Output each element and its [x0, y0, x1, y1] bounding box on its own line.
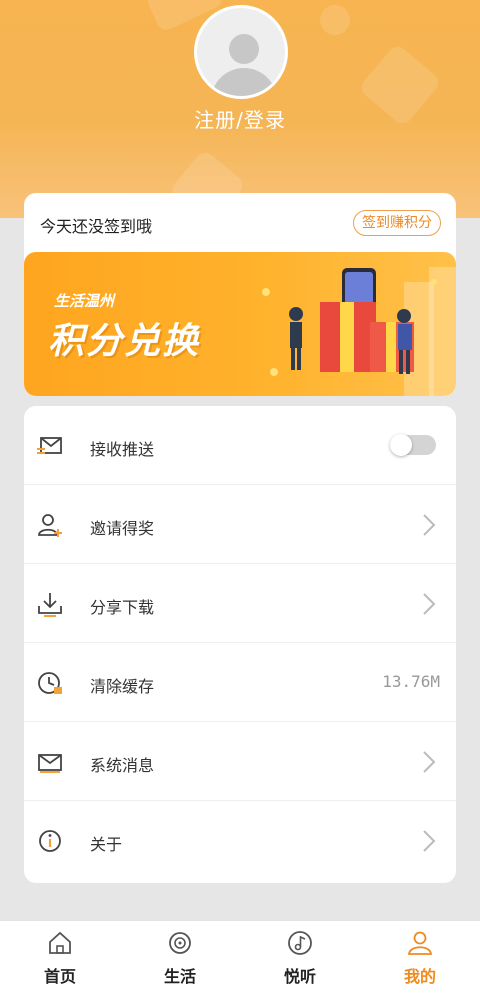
envelope-push-icon — [37, 437, 62, 454]
tab-label: 悦听 — [283, 967, 316, 986]
download-icon — [38, 593, 62, 617]
tab-label: 我的 — [403, 967, 436, 986]
banner-subtitle: 生活温州 — [54, 292, 115, 310]
tab-listen[interactable]: 悦听 — [240, 921, 360, 993]
toggle-knob — [390, 434, 412, 456]
checkin-button[interactable]: 签到赚积分 — [353, 210, 441, 236]
settings-label: 分享下载 — [90, 598, 155, 617]
bottom-tab-bar: 首页 生活 悦听 我的 — [0, 920, 480, 993]
settings-row-push[interactable]: 接收推送 — [24, 406, 456, 485]
settings-row-invite[interactable]: 邀请得奖 — [24, 485, 456, 564]
disc-icon — [169, 932, 191, 954]
chevron-right-icon — [423, 751, 436, 773]
person-icon — [407, 931, 433, 955]
avatar-body-shape — [211, 68, 277, 96]
chevron-right-icon — [423, 830, 436, 852]
tab-mine[interactable]: 我的 — [360, 921, 480, 993]
tab-life[interactable]: 生活 — [120, 921, 240, 993]
chevron-right-icon — [423, 593, 436, 615]
banner-illustration — [262, 268, 437, 376]
push-toggle[interactable] — [390, 434, 436, 456]
add-user-icon — [38, 514, 62, 537]
music-icon — [288, 931, 312, 955]
settings-row-clear-cache[interactable]: 清除缓存 13.76M — [24, 643, 456, 722]
info-icon — [39, 830, 61, 852]
settings-label: 接收推送 — [90, 440, 155, 459]
avatar[interactable] — [194, 5, 288, 99]
tab-home[interactable]: 首页 — [0, 921, 120, 993]
banner-title: 积分兑换 — [48, 321, 201, 362]
settings-label: 系统消息 — [90, 756, 155, 775]
cache-size: 13.76M — [382, 672, 440, 691]
checkin-card: 今天还没签到哦 签到赚积分 生活温州 积分兑换 — [24, 193, 456, 396]
settings-label: 清除缓存 — [90, 677, 155, 696]
clock-clear-icon — [38, 672, 62, 694]
avatar-head-shape — [229, 34, 259, 64]
settings-list: 接收推送 邀请得奖 分享下载 清除缓存 13.76M 系统消息 关于 — [24, 406, 456, 883]
settings-row-share[interactable]: 分享下载 — [24, 564, 456, 643]
mail-icon — [38, 754, 62, 773]
settings-row-about[interactable]: 关于 — [24, 801, 456, 880]
tab-label: 首页 — [43, 967, 76, 986]
tab-label: 生活 — [163, 967, 196, 986]
header-decoration — [320, 5, 350, 35]
points-exchange-banner[interactable]: 生活温州 积分兑换 — [24, 252, 456, 396]
settings-label: 关于 — [90, 835, 123, 854]
checkin-prompt: 今天还没签到哦 — [40, 217, 153, 236]
login-register-link[interactable]: 注册/登录 — [0, 104, 480, 133]
settings-row-messages[interactable]: 系统消息 — [24, 722, 456, 801]
settings-label: 邀请得奖 — [90, 519, 155, 538]
home-icon — [49, 931, 71, 954]
chevron-right-icon — [423, 514, 436, 536]
